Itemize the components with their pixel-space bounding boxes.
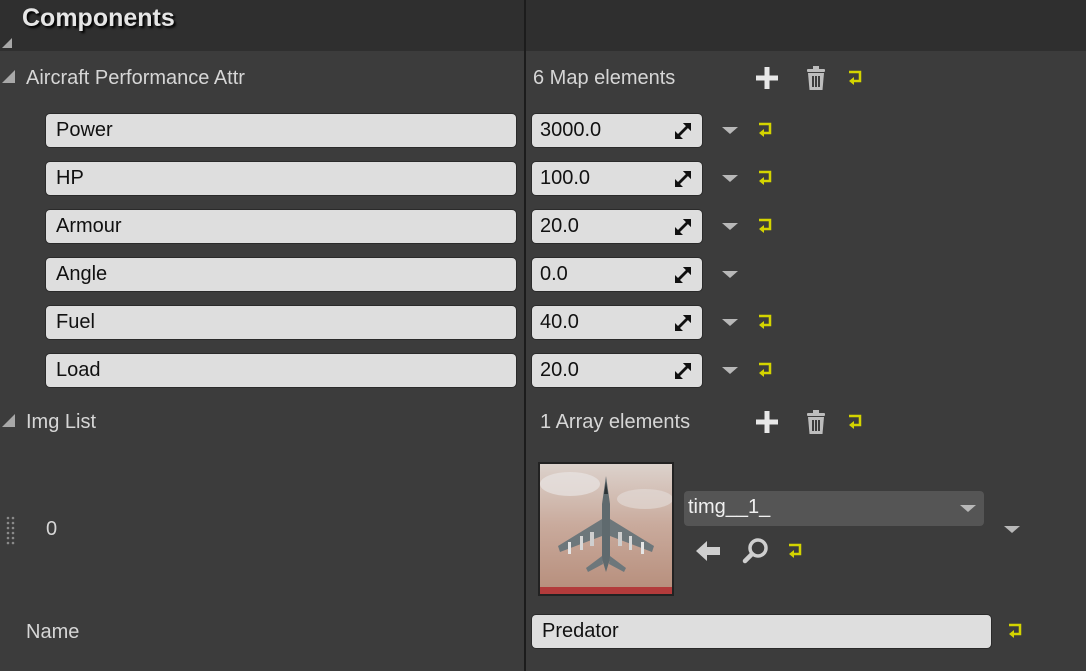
reset-arrow-icon[interactable] [847, 69, 865, 87]
reset-arrow-icon[interactable] [757, 169, 775, 187]
array-property-label: Img List [26, 411, 97, 433]
chevron-down-icon[interactable] [722, 367, 738, 374]
reset-arrow-icon[interactable] [847, 413, 865, 431]
reset-arrow-icon[interactable] [757, 361, 775, 379]
map-value-text: 0.0 [540, 263, 568, 285]
reset-arrow-icon[interactable] [787, 542, 805, 560]
drag-handle-icon[interactable] [5, 515, 17, 545]
array-index-label: 0 [46, 518, 58, 540]
spin-arrows-icon[interactable] [674, 122, 692, 140]
components-header: Components [0, 0, 1086, 51]
chevron-down-icon[interactable] [722, 319, 738, 326]
reset-arrow-icon[interactable] [757, 217, 775, 235]
map-value-field[interactable]: 3000.0 [532, 114, 702, 147]
chevron-down-icon[interactable] [722, 175, 738, 182]
reset-arrow-icon[interactable] [757, 121, 775, 139]
chevron-down-icon[interactable] [722, 223, 738, 230]
map-value-text: 20.0 [540, 359, 579, 381]
map-element-count: 6 Map elements [533, 67, 676, 89]
map-value-field[interactable]: 20.0 [532, 210, 702, 243]
spin-arrows-icon[interactable] [674, 170, 692, 188]
map-property-label: Aircraft Performance Attr [26, 67, 245, 89]
jet-thumbnail-image [540, 464, 672, 587]
add-element-button[interactable] [754, 65, 780, 91]
trash-icon[interactable] [803, 65, 829, 91]
map-value-text: 40.0 [540, 311, 579, 333]
back-arrow-icon[interactable] [694, 538, 722, 564]
add-element-button[interactable] [754, 409, 780, 435]
map-key-field[interactable]: Load [46, 354, 516, 387]
search-icon[interactable] [742, 538, 770, 564]
spin-arrows-icon[interactable] [674, 314, 692, 332]
map-key-field[interactable]: Armour [46, 210, 516, 243]
map-key-field[interactable]: Power [46, 114, 516, 147]
map-value-text: 20.0 [540, 215, 579, 237]
map-value-field[interactable]: 40.0 [532, 306, 702, 339]
map-value-text: 100.0 [540, 167, 591, 189]
element-options-chevron-icon[interactable] [1004, 526, 1020, 533]
column-divider[interactable] [524, 0, 526, 671]
name-text-field[interactable]: Predator [532, 615, 991, 648]
map-value-field[interactable]: 100.0 [532, 162, 702, 195]
asset-name: timg__1_ [688, 496, 771, 518]
asset-picker-combo[interactable]: timg__1_ [684, 491, 984, 526]
chevron-down-icon[interactable] [960, 505, 976, 512]
reset-arrow-icon[interactable] [757, 313, 775, 331]
map-key-field[interactable]: Angle [46, 258, 516, 291]
trash-icon[interactable] [803, 409, 829, 435]
spin-arrows-icon[interactable] [674, 218, 692, 236]
chevron-down-icon[interactable] [722, 127, 738, 134]
map-value-field[interactable]: 0.0 [532, 258, 702, 291]
thumbnail-asset-type-bar [540, 587, 672, 594]
map-key-field[interactable]: HP [46, 162, 516, 195]
expand-triangle-icon[interactable] [2, 70, 15, 83]
array-element-count: 1 Array elements [540, 411, 691, 433]
name-property-label: Name [26, 621, 80, 643]
collapse-triangle-icon[interactable] [2, 38, 12, 48]
expand-triangle-icon[interactable] [2, 414, 15, 427]
spin-arrows-icon[interactable] [674, 266, 692, 284]
map-key-field[interactable]: Fuel [46, 306, 516, 339]
map-value-field[interactable]: 20.0 [532, 354, 702, 387]
chevron-down-icon[interactable] [722, 271, 738, 278]
asset-thumbnail[interactable] [540, 464, 672, 594]
section-title: Components [22, 4, 175, 32]
map-value-text: 3000.0 [540, 119, 602, 141]
spin-arrows-icon[interactable] [674, 362, 692, 380]
reset-arrow-icon[interactable] [1007, 622, 1025, 640]
